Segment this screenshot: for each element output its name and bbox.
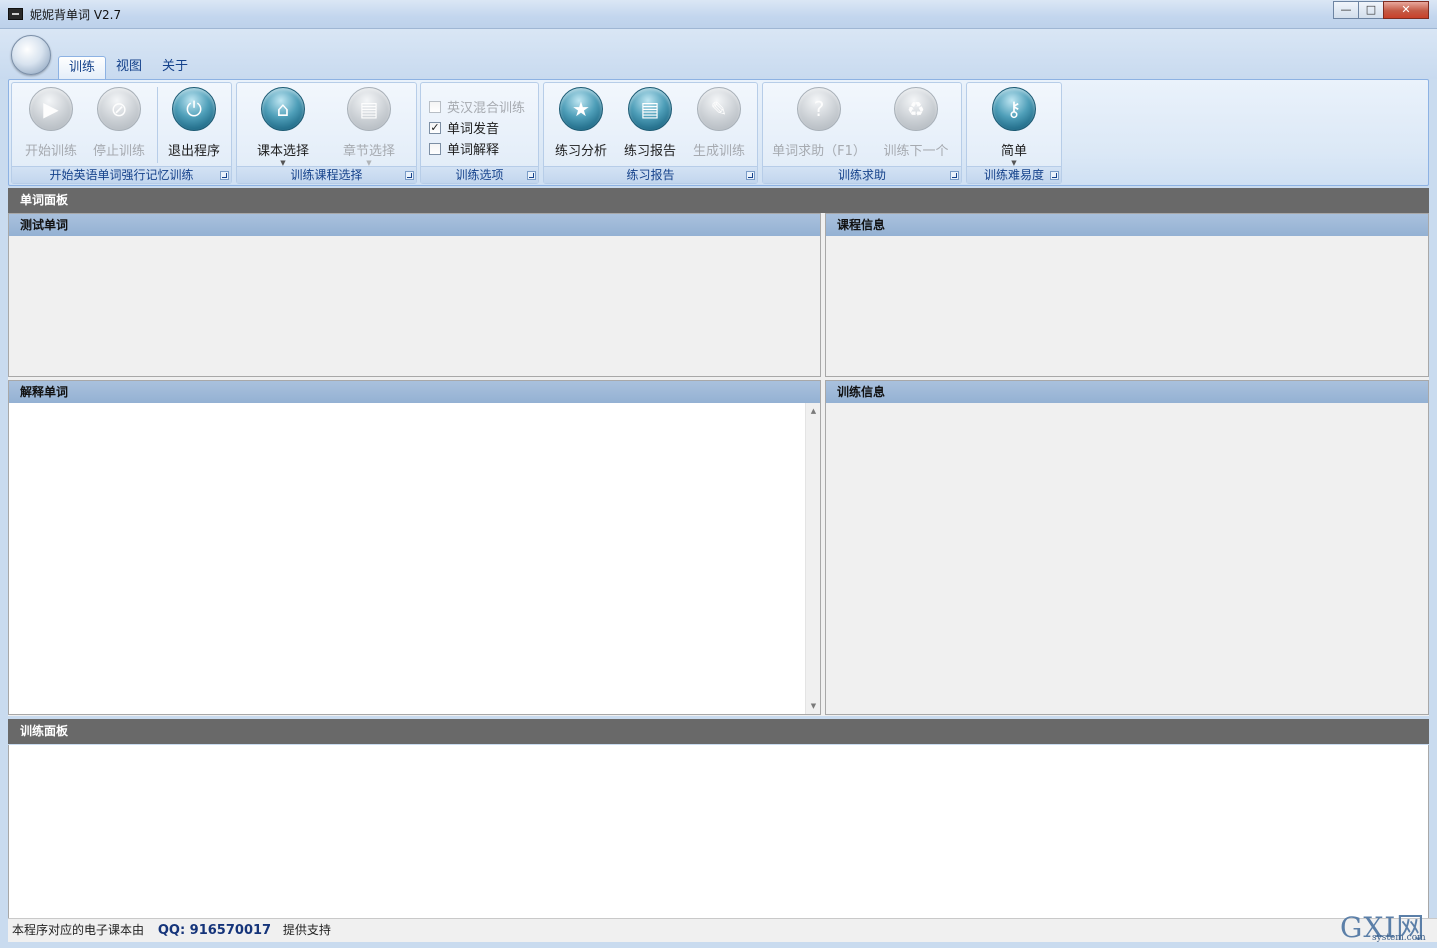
checkmark-icon: ✓ [429,120,441,134]
group-help: ? 单词求助（F1） ♻ 训练下一个 训练求助 [762,82,962,184]
chapter-select-button[interactable]: ▤ 章节选择 ▼ [334,87,404,167]
dialog-launcher-icon[interactable] [950,171,959,180]
watermark-logo: GXI网 system.com [1338,906,1434,948]
group-difficulty: ⚷ 简单 ▼ 训练难易度 [966,82,1062,184]
word-panel-area: 测试单词 课程信息 解释单词 ▲ ▼ 训练信息 [8,213,1429,716]
star-icon: ★ [559,87,603,131]
group-label-help: 训练求助 [763,166,961,183]
training-panel-header: 训练面板 [8,719,1429,744]
checkbox-box [429,142,441,155]
mixed-training-checkbox[interactable]: 英汉混合训练 [429,97,525,116]
status-prefix: 本程序对应的电子课本由 [12,923,145,937]
stop-icon: ⊘ [97,87,141,131]
key-icon: ⚷ [992,87,1036,131]
document-icon: ▤ [347,87,391,131]
watermark-sub: system.com [1372,933,1426,943]
group-options: 英汉混合训练 ✓ 单词发音 单词解释 训练选项 [420,82,539,184]
group-training: ▶ 开始训练 ⊘ 停止训练 ⏻ 退出程序 开始英语单词强行记忆训练 [11,82,232,184]
generate-training-button[interactable]: ✎ 生成训练 [684,87,754,159]
group-label-report: 练习报告 [544,166,757,183]
report-icon: ▤ [628,87,672,131]
group-label-options: 训练选项 [421,166,538,183]
dialog-launcher-icon[interactable] [746,171,755,180]
app-icon [8,8,23,20]
title-bar[interactable]: 妮妮背单词 V2.7 — □ ✕ [0,0,1437,29]
ribbon-body: ▶ 开始训练 ⊘ 停止训练 ⏻ 退出程序 开始英语单词强行记忆训练 ⌂ 课本选择… [8,79,1429,186]
status-qq: QQ: 916570017 [157,923,272,938]
status-bar: 本程序对应的电子课本由 QQ: 916570017 提供支持 [8,918,1437,942]
question-icon: ? [797,87,841,131]
ribbon-header: 训练 视图 关于 [0,29,1437,79]
difficulty-select-button[interactable]: ⚷ 简单 ▼ [979,87,1049,167]
group-separator [157,87,158,163]
group-label-difficulty: 训练难易度 [967,166,1061,183]
dialog-launcher-icon[interactable] [220,171,229,180]
play-icon: ▶ [29,87,73,131]
pen-icon: ✎ [697,87,741,131]
pronunciation-checkbox[interactable]: ✓ 单词发音 [429,118,499,137]
window-title: 妮妮背单词 V2.7 [30,8,122,22]
group-label-course: 训练课程选择 [237,166,416,183]
checkbox-box [429,100,441,113]
scroll-up-icon[interactable]: ▲ [806,405,821,417]
word-help-button[interactable]: ? 单词求助（F1） [769,87,869,159]
course-info-header: 课程信息 [826,214,1428,236]
explain-word-header: 解释单词 [9,381,820,403]
tab-about[interactable]: 关于 [152,56,198,79]
tab-view[interactable]: 视图 [106,56,152,79]
training-info-pane: 训练信息 [825,380,1429,715]
power-icon: ⏻ [172,87,216,131]
exit-program-button[interactable]: ⏻ 退出程序 [159,87,229,159]
practice-report-button[interactable]: ▤ 练习报告 [615,87,685,159]
minimize-button[interactable]: — [1333,1,1359,19]
tab-training[interactable]: 训练 [58,56,107,79]
dialog-launcher-icon[interactable] [1050,171,1059,180]
group-course: ⌂ 课本选择 ▼ ▤ 章节选择 ▼ 训练课程选择 [236,82,417,184]
training-info-content [826,403,1428,714]
maximize-button[interactable]: □ [1358,1,1384,19]
ribbon-tabs: 训练 视图 关于 [58,56,198,79]
practice-analysis-button[interactable]: ★ 练习分析 [546,87,616,159]
status-suffix: 提供支持 [282,923,331,937]
window-controls: — □ ✕ [1333,1,1429,19]
explain-word-pane: 解释单词 ▲ ▼ [8,380,821,715]
stop-training-button[interactable]: ⊘ 停止训练 [84,87,154,159]
dialog-launcher-icon[interactable] [405,171,414,180]
group-label-training: 开始英语单词强行记忆训练 [12,166,231,183]
explain-word-content[interactable]: ▲ ▼ [9,403,820,714]
recycle-icon: ♻ [894,87,938,131]
scroll-down-icon[interactable]: ▼ [806,700,821,712]
app-menu-orb[interactable] [11,35,51,75]
course-info-content [826,236,1428,376]
word-panel-header: 单词面板 [8,188,1429,213]
course-info-pane: 课程信息 [825,213,1429,377]
group-report: ★ 练习分析 ▤ 练习报告 ✎ 生成训练 练习报告 [543,82,758,184]
train-next-button[interactable]: ♻ 训练下一个 [878,87,954,159]
training-panel-content[interactable] [8,745,1429,918]
start-training-button[interactable]: ▶ 开始训练 [16,87,86,159]
house-icon: ⌂ [261,87,305,131]
explanation-checkbox[interactable]: 单词解释 [429,139,499,158]
close-button[interactable]: ✕ [1383,1,1429,19]
training-info-header: 训练信息 [826,381,1428,403]
textbook-select-button[interactable]: ⌂ 课本选择 ▼ [248,87,318,167]
test-word-header: 测试单词 [9,214,820,236]
test-word-content [9,236,820,376]
test-word-pane: 测试单词 [8,213,821,377]
vertical-scrollbar[interactable]: ▲ ▼ [805,403,820,714]
dialog-launcher-icon[interactable] [527,171,536,180]
